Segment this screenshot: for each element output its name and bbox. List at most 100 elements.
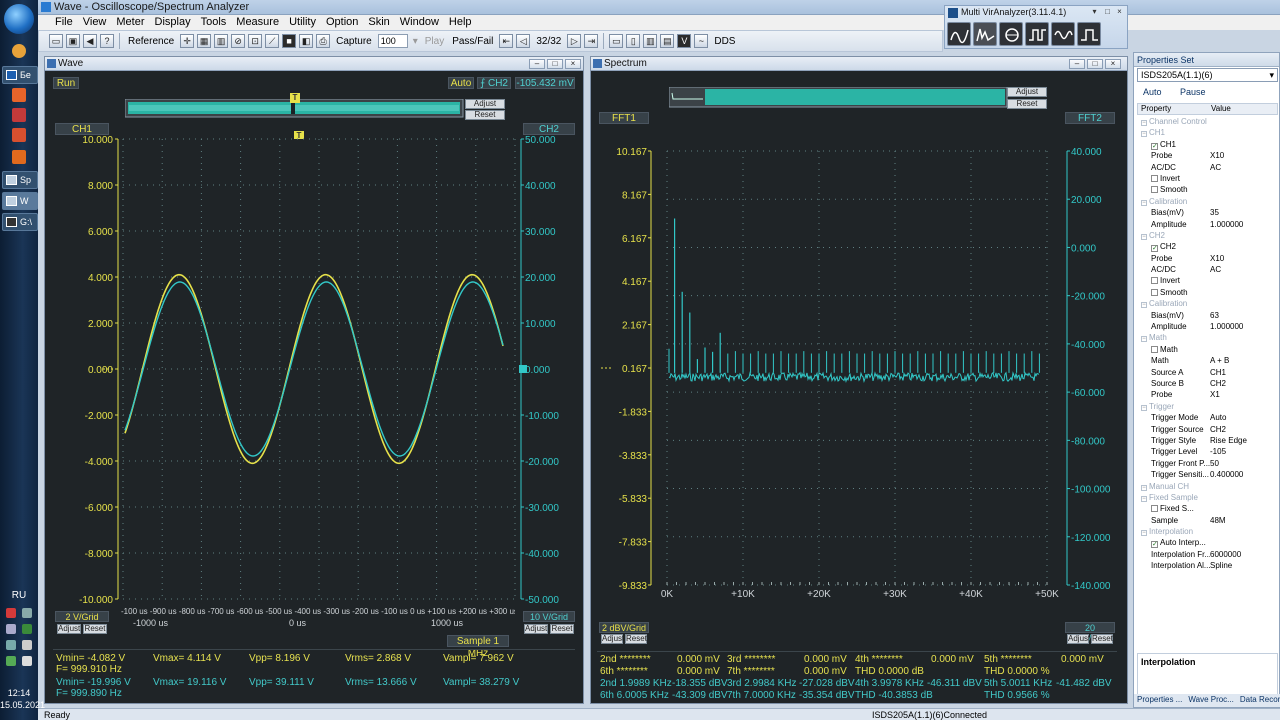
clock-time[interactable]: 12:14 xyxy=(0,688,38,699)
spectrum-overview-bar[interactable] xyxy=(669,87,1009,109)
property-row[interactable]: Sample 48M xyxy=(1137,515,1278,526)
menu-utility[interactable]: Utility xyxy=(284,15,321,30)
menu-skin[interactable]: Skin xyxy=(363,15,394,30)
property-value[interactable]: 1.000000 xyxy=(1210,321,1243,332)
next-frame-icon[interactable]: ▷ xyxy=(567,34,582,48)
menu-file[interactable]: File xyxy=(50,15,78,30)
last-frame-icon[interactable]: ⇥ xyxy=(584,34,599,48)
ch1-scale[interactable]: 2 V/Grid xyxy=(55,611,109,622)
fft2-adjust-button[interactable]: Adjust xyxy=(1067,634,1090,644)
grid-icon[interactable]: ▦ xyxy=(197,34,212,48)
recorder-mode-button[interactable] xyxy=(999,22,1023,46)
spectrum-mode-button[interactable] xyxy=(973,22,997,46)
taskbar-button-2[interactable]: Sp xyxy=(2,171,38,189)
fft1-scale[interactable]: 2 dBV/Grid xyxy=(599,622,649,633)
property-category[interactable]: − Interpolation xyxy=(1137,526,1278,537)
property-row[interactable]: Probe X10 xyxy=(1137,150,1278,161)
chrome-icon[interactable] xyxy=(12,44,26,58)
spectrum-restore-icon[interactable]: □ xyxy=(1087,59,1103,69)
property-value[interactable]: CH1 xyxy=(1210,367,1226,378)
property-row[interactable]: Trigger Style Rise Edge xyxy=(1137,435,1278,446)
sample-rate[interactable]: Sample 1 MHz xyxy=(447,635,509,659)
property-row[interactable]: Smooth xyxy=(1137,184,1278,195)
menu-meter[interactable]: Meter xyxy=(111,15,149,30)
property-value[interactable]: X10 xyxy=(1210,253,1224,264)
property-category[interactable]: − Manual CH xyxy=(1137,481,1278,492)
help-icon[interactable]: ? xyxy=(100,34,114,48)
tray-icon-6[interactable] xyxy=(22,640,32,650)
property-value[interactable]: 50 xyxy=(1210,458,1219,469)
print-icon[interactable]: ⎙ xyxy=(316,34,331,48)
capture-count-input[interactable]: 100 xyxy=(377,34,408,48)
app-icon-2[interactable] xyxy=(12,108,26,122)
bode-mode-button[interactable] xyxy=(1051,22,1075,46)
tray-icon-8[interactable] xyxy=(22,656,32,666)
taskbar-button-3[interactable]: W xyxy=(2,192,38,210)
property-category[interactable]: − CH1 xyxy=(1137,127,1278,138)
collapse-icon[interactable]: − xyxy=(1141,484,1147,491)
property-category[interactable]: − Fixed Sample xyxy=(1137,492,1278,503)
zoom-icon[interactable]: ⊡ xyxy=(248,34,263,48)
mv-close-icon[interactable]: × xyxy=(1115,8,1124,17)
property-row[interactable]: Trigger Level -105 xyxy=(1137,446,1278,457)
collapse-icon[interactable]: − xyxy=(1141,120,1147,126)
collapse-icon[interactable]: − xyxy=(1141,336,1147,343)
property-value[interactable]: A + B xyxy=(1210,355,1229,366)
property-row[interactable]: Fixed S... xyxy=(1137,503,1278,514)
property-row[interactable]: Bias(mV) 63 xyxy=(1137,310,1278,321)
app-icon-1[interactable] xyxy=(12,88,26,102)
property-row[interactable]: Trigger Mode Auto xyxy=(1137,412,1278,423)
start-button[interactable] xyxy=(4,4,34,34)
spectrum-close-icon[interactable]: × xyxy=(1105,59,1121,69)
layout-1-icon[interactable]: ▭ xyxy=(609,34,624,48)
fft2-reset-button[interactable]: Reset xyxy=(1091,634,1113,644)
property-category[interactable]: − Calibration xyxy=(1137,298,1278,309)
trigger-position-marker[interactable]: T xyxy=(290,93,300,103)
columns-icon[interactable]: ▥ xyxy=(214,34,229,48)
collapse-icon[interactable]: − xyxy=(1141,131,1147,138)
tray-icon-7[interactable] xyxy=(6,656,16,666)
menu-window[interactable]: Window xyxy=(395,15,444,30)
menu-display[interactable]: Display xyxy=(150,15,196,30)
tab-properties[interactable]: Properties ... xyxy=(1134,694,1185,707)
logic-mode-button[interactable] xyxy=(1077,22,1101,46)
new-icon[interactable]: ▭ xyxy=(49,34,63,48)
menu-tools[interactable]: Tools xyxy=(196,15,232,30)
collapse-icon[interactable]: − xyxy=(1141,495,1147,502)
property-value[interactable]: -105 xyxy=(1210,446,1226,457)
device-select[interactable]: ISDS205A(1.1)(6) ▾ xyxy=(1137,68,1278,82)
collapse-icon[interactable]: − xyxy=(1141,233,1147,240)
collapse-icon[interactable]: − xyxy=(1141,530,1147,537)
property-row[interactable]: Smooth xyxy=(1137,287,1278,298)
collapse-icon[interactable]: − xyxy=(1141,199,1147,206)
spectrum-reset-button[interactable]: Reset xyxy=(1007,99,1047,109)
property-category[interactable]: − Trigger xyxy=(1137,401,1278,412)
layout-3-icon[interactable]: ▥ xyxy=(643,34,658,48)
collapse-icon[interactable]: − xyxy=(1141,404,1147,411)
checkbox[interactable] xyxy=(1151,288,1158,296)
save-icon[interactable]: ▣ xyxy=(66,34,80,48)
property-category[interactable]: − Calibration xyxy=(1137,196,1278,207)
property-value[interactable]: X10 xyxy=(1210,150,1224,161)
tray-icon-5[interactable] xyxy=(6,640,16,650)
menu-option[interactable]: Option xyxy=(321,15,363,30)
tray-icon-2[interactable] xyxy=(22,608,32,618)
tray-icon-4[interactable] xyxy=(22,624,32,634)
property-row[interactable]: Invert xyxy=(1137,173,1278,184)
overview-adjust-button[interactable]: Adjust xyxy=(465,99,505,109)
taskbar-button-1[interactable]: Бе xyxy=(2,66,38,84)
property-value[interactable]: Rise Edge xyxy=(1210,435,1247,446)
tray-icon-3[interactable] xyxy=(6,624,16,634)
ch1-reset-button[interactable]: Reset xyxy=(83,624,107,634)
property-row[interactable]: Probe X10 xyxy=(1137,253,1278,264)
fft1-reset-button[interactable]: Reset xyxy=(625,634,647,644)
wave-minimize-icon[interactable]: – xyxy=(529,59,545,69)
mv-minimize-icon[interactable]: ▾ xyxy=(1090,8,1099,17)
dds-mode-button[interactable] xyxy=(1025,22,1049,46)
app-icon-4[interactable] xyxy=(12,150,26,164)
property-row[interactable]: Interpolation Fr... 6000000 xyxy=(1137,549,1278,560)
mv-restore-icon[interactable]: □ xyxy=(1103,8,1112,17)
tray-icon-1[interactable] xyxy=(6,608,16,618)
property-value[interactable]: 6000000 xyxy=(1210,549,1241,560)
wave-plot[interactable]: 10.000 50.000 8.000 40.000 6.000 30.000 4.000 2… xyxy=(45,133,585,623)
